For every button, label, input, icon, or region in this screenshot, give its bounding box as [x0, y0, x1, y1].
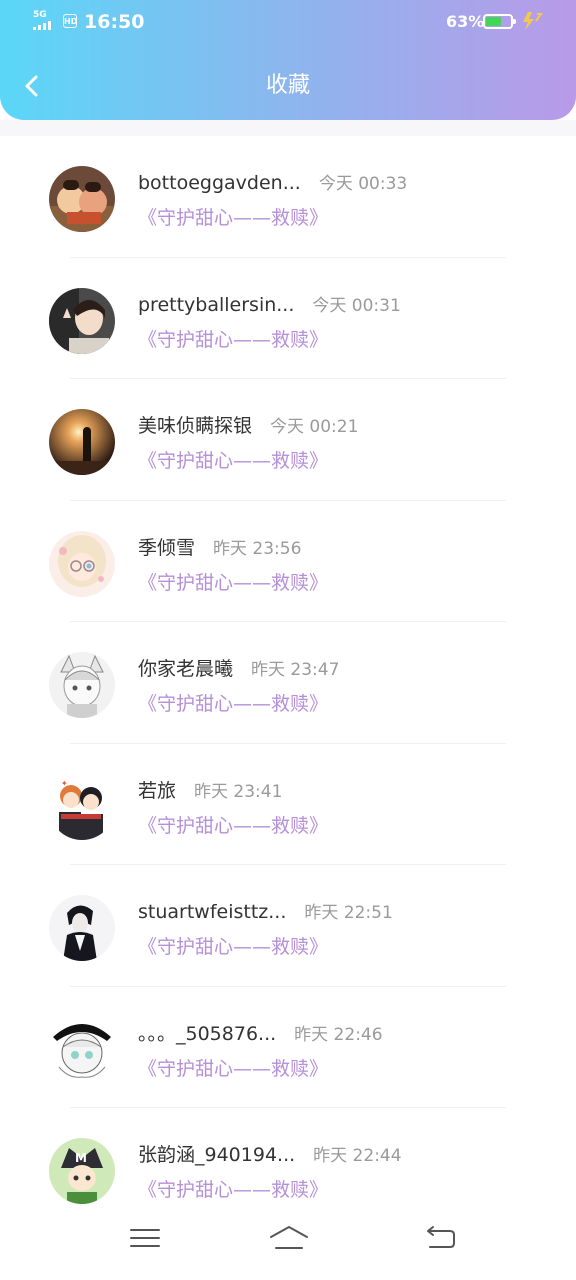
menu-icon	[130, 1229, 160, 1247]
user-name: stuartwfeisttz...	[138, 901, 287, 923]
avatar: ✦	[49, 773, 115, 840]
story-title-link[interactable]: 《守护甜心——救赎》	[138, 691, 328, 717]
timestamp: 昨天 23:47	[251, 660, 340, 680]
story-title-link[interactable]: 《守护甜心——救赎》	[138, 570, 328, 596]
battery-icon	[483, 14, 516, 29]
svg-text:M: M	[75, 1151, 87, 1165]
list-item[interactable]: 。。。_505876... 昨天 22:46 《守护甜心——救赎》	[0, 987, 576, 1108]
back-arrow-icon	[427, 1226, 455, 1248]
user-name: 美味侦瞒探银	[138, 415, 253, 437]
timestamp: 昨天 23:56	[213, 538, 302, 559]
list-item[interactable]: 你家老晨曦 昨天 23:47 《守护甜心——救赎》	[0, 622, 576, 744]
story-title-link[interactable]: 《守护甜心——救赎》	[138, 1177, 328, 1203]
avatar	[49, 409, 115, 475]
user-name: 季倾雪	[138, 536, 196, 559]
avatar	[49, 1016, 115, 1083]
status-bar: 5G HD 16:50 63%	[0, 0, 576, 44]
story-title-link[interactable]: 《守护甜心——救赎》	[138, 448, 328, 474]
timestamp: 昨天 23:41	[194, 781, 283, 802]
list-item[interactable]: prettyballersin... 今天 00:31 《守护甜心——救赎》	[0, 258, 576, 379]
charging-icon	[520, 11, 544, 31]
list-top-band	[0, 120, 576, 136]
home-button[interactable]	[268, 1223, 310, 1253]
avatar	[49, 895, 115, 961]
hd-badge: HD	[63, 14, 77, 28]
avatar: M	[49, 1138, 115, 1204]
list-item[interactable]: bottoeggavden... 今天 00:33 《守护甜心——救赎》	[0, 136, 576, 258]
user-name: 若旅	[138, 779, 177, 802]
signal-icon: 5G	[33, 10, 61, 30]
user-name: prettyballersin...	[138, 293, 295, 316]
list-item[interactable]: M 张韵涵_940194... 昨天 22:44 《守护甜心——救赎》	[0, 1108, 576, 1209]
timestamp: 今天 00:31	[312, 295, 401, 316]
story-title-link[interactable]: 《守护甜心——救赎》	[138, 934, 328, 960]
system-nav-bar	[0, 1209, 576, 1280]
app-header: 5G HD 16:50 63% 收藏	[0, 0, 576, 120]
home-icon	[270, 1226, 308, 1249]
avatar	[49, 530, 115, 597]
user-name: 。。。_505876...	[138, 1022, 277, 1045]
timestamp: 昨天 22:46	[294, 1024, 383, 1045]
menu-button[interactable]	[125, 1223, 165, 1253]
status-time: 16:50	[84, 11, 145, 33]
story-title-link[interactable]: 《守护甜心——救赎》	[138, 1056, 328, 1082]
user-name: bottoeggavden...	[138, 172, 301, 194]
list-item[interactable]: ✦ 若旅 昨天 23:41 《守护甜心——救赎》	[0, 744, 576, 865]
timestamp: 今天 00:21	[270, 417, 359, 437]
timestamp: 今天 00:33	[318, 174, 408, 194]
avatar	[49, 652, 115, 718]
story-title-link[interactable]: 《守护甜心——救赎》	[138, 813, 328, 839]
svg-text:✦: ✦	[61, 779, 68, 788]
network-type: 5G	[33, 10, 47, 20]
timestamp: 昨天 22:44	[313, 1146, 402, 1166]
user-name: 你家老晨曦	[138, 658, 234, 680]
avatar	[49, 287, 115, 354]
story-title-link[interactable]: 《守护甜心——救赎》	[138, 327, 328, 353]
avatar	[49, 166, 115, 232]
page-title: 收藏	[265, 73, 310, 98]
favorites-list: bottoeggavden... 今天 00:33 《守护甜心——救赎》 pre…	[0, 136, 576, 1209]
timestamp: 昨天 22:51	[304, 903, 393, 923]
battery-percent: 63%	[446, 12, 485, 31]
user-name: 张韵涵_940194...	[138, 1144, 296, 1166]
list-item[interactable]: 季倾雪 昨天 23:56 《守护甜心——救赎》	[0, 501, 576, 622]
story-title-link[interactable]: 《守护甜心——救赎》	[138, 205, 328, 231]
list-item[interactable]: stuartwfeisttz... 昨天 22:51 《守护甜心——救赎》	[0, 865, 576, 987]
back-nav-button[interactable]	[420, 1223, 460, 1253]
list-item[interactable]: 美味侦瞒探银 今天 00:21 《守护甜心——救赎》	[0, 379, 576, 501]
